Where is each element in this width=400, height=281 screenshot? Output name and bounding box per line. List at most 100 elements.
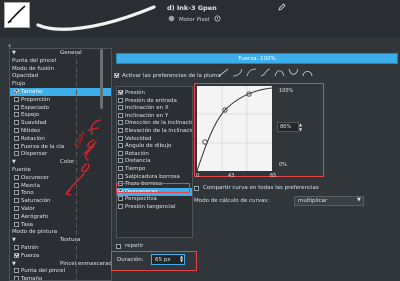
strength-slider[interactable]: Fuerza: 100%: [116, 53, 398, 64]
left-list-item[interactable]: Opacidad: [10, 72, 111, 80]
list-scrollbar[interactable]: [100, 49, 103, 109]
row-separator: [76, 246, 77, 251]
curve-preset-bump-down-icon[interactable]: [288, 68, 299, 77]
chevron-down-icon[interactable]: ▼: [357, 197, 361, 203]
left-list-checkbox[interactable]: [14, 128, 19, 133]
left-list-item[interactable]: Punta del pincel: [10, 267, 111, 275]
left-list-checkbox[interactable]: [14, 174, 19, 180]
stroke-preview: [36, 5, 156, 31]
row-separator: [76, 90, 77, 95]
row-separator: [76, 74, 77, 80]
sensor-checkbox[interactable]: [118, 105, 123, 111]
engine-icon: [168, 15, 175, 22]
row-separator: [76, 214, 77, 220]
row-separator: [76, 230, 77, 236]
row-separator: [76, 82, 77, 88]
left-list-checkbox[interactable]: [14, 112, 19, 118]
left-list-item-label: Flujo: [12, 81, 26, 88]
left-list-item[interactable]: Tasa: [10, 221, 111, 229]
left-list-checkbox[interactable]: [14, 96, 19, 102]
point-value-spinner-icon[interactable]: ▲ ▼: [299, 122, 305, 132]
left-list-item[interactable]: Fuerza: [10, 252, 111, 260]
left-list-item[interactable]: Proporción: [10, 96, 111, 104]
sensor-checkbox[interactable]: [118, 158, 123, 164]
left-list-item-label: Proporción: [21, 96, 51, 103]
sensor-checkbox[interactable]: [118, 143, 123, 149]
sensor-checkbox[interactable]: [118, 135, 123, 141]
left-list-checkbox[interactable]: [14, 190, 19, 196]
left-list-checkbox[interactable]: [14, 120, 19, 126]
collapse-triangle-icon[interactable]: ▼: [12, 49, 16, 57]
left-list-item-label: Nitidez: [21, 128, 41, 134]
sensor-item[interactable]: Presión tangencial: [117, 203, 192, 211]
left-list-item-label: Fuente: [12, 167, 31, 173]
sensor-checkbox[interactable]: [118, 150, 123, 156]
left-list-item-label: Tamaño: [21, 89, 43, 95]
sensor-checkbox[interactable]: [118, 120, 123, 126]
edit-pencil-icon[interactable]: [278, 3, 286, 11]
share-curve-checkbox[interactable]: [194, 186, 199, 191]
left-list-item[interactable]: ▼ Textura: [10, 236, 111, 244]
left-list-checkbox[interactable]: [14, 276, 19, 280]
duration-label: Duración:: [117, 257, 144, 263]
repeat-label: repetir: [125, 243, 144, 249]
left-list-item[interactable]: ▼ General: [10, 49, 111, 57]
curve-preset-ease-in-icon[interactable]: [232, 68, 243, 77]
left-list-checkbox[interactable]: [14, 252, 19, 258]
curve-preset-s-curve-icon[interactable]: [260, 68, 271, 77]
left-list-checkbox[interactable]: [14, 89, 19, 94]
left-list-checkbox[interactable]: [14, 143, 19, 149]
curve-preset-bump-up-icon[interactable]: [274, 68, 285, 77]
left-list-item[interactable]: Tamaño: [10, 88, 111, 96]
left-list-checkbox[interactable]: [14, 151, 19, 157]
sensor-checkbox[interactable]: [118, 166, 123, 171]
left-list-item-label: Aerógrafo: [21, 213, 48, 220]
enable-pen-settings-checkbox[interactable]: [114, 73, 119, 78]
sensor-checkbox[interactable]: [118, 112, 123, 118]
left-list-item[interactable]: Modo de fusión: [10, 65, 111, 73]
left-list-checkbox[interactable]: [14, 221, 19, 227]
sensor-checkbox[interactable]: [118, 90, 123, 95]
left-list-checkbox[interactable]: [14, 245, 19, 250]
left-list-checkbox[interactable]: [14, 268, 19, 274]
warning-icon: [214, 15, 221, 22]
left-list-checkbox[interactable]: [14, 198, 19, 204]
left-list-checkbox[interactable]: [14, 104, 19, 110]
point-value-input[interactable]: 86%: [277, 122, 299, 132]
left-list-item[interactable]: Patrón: [10, 244, 111, 252]
left-list-item[interactable]: Tamaño: [10, 275, 111, 280]
repeat-checkbox[interactable]: [116, 244, 121, 249]
brush-thumbnail-icon: [7, 5, 26, 24]
left-list-item[interactable]: Modo de pintura: [10, 228, 111, 236]
left-list-item[interactable]: Punta del pincel: [10, 57, 111, 65]
left-list-item[interactable]: ▼ Pincel enmascarado: [10, 260, 111, 268]
left-list-item[interactable]: Flujo: [10, 80, 111, 88]
row-separator: [76, 51, 77, 56]
left-list-item[interactable]: Aerógrafo: [10, 213, 111, 221]
sensor-list[interactable]: Presión Presión de entrada Inclinación en …: [116, 86, 193, 238]
curve-editor[interactable]: [197, 86, 272, 171]
left-list-checkbox[interactable]: [14, 135, 19, 141]
collapse-triangle-icon[interactable]: ▼: [12, 236, 16, 244]
curve-calc-mode-select[interactable]: multiplicar: [294, 196, 364, 206]
curve-preset-ease-out-icon[interactable]: [246, 68, 257, 77]
sensor-checkbox[interactable]: [118, 128, 123, 133]
sensor-checkbox[interactable]: [118, 204, 123, 209]
sensor-checkbox[interactable]: [118, 173, 123, 179]
row-separator: [76, 277, 77, 280]
collapse-triangle-icon[interactable]: ▼: [12, 158, 16, 166]
left-list-item-label: Patrón: [21, 245, 39, 251]
brush-thumbnail[interactable]: [4, 2, 30, 28]
sensor-checkbox[interactable]: [118, 97, 123, 103]
curve-preset-arch-icon[interactable]: [302, 68, 313, 77]
curve-preset-linear-icon[interactable]: [218, 68, 229, 77]
sensor-checkbox[interactable]: [118, 196, 123, 202]
share-curve-label: Compartir curva en todas las preferencia…: [203, 185, 319, 191]
left-list-item-label: Valor: [21, 206, 35, 212]
left-list-checkbox[interactable]: [14, 182, 19, 188]
fade-highlight: [116, 183, 190, 193]
left-list-checkbox[interactable]: [14, 213, 19, 219]
collapse-triangle-icon[interactable]: ▼: [12, 260, 16, 268]
duration-spinner-icon[interactable]: ▲ ▼: [180, 255, 183, 263]
left-list-checkbox[interactable]: [14, 206, 19, 211]
